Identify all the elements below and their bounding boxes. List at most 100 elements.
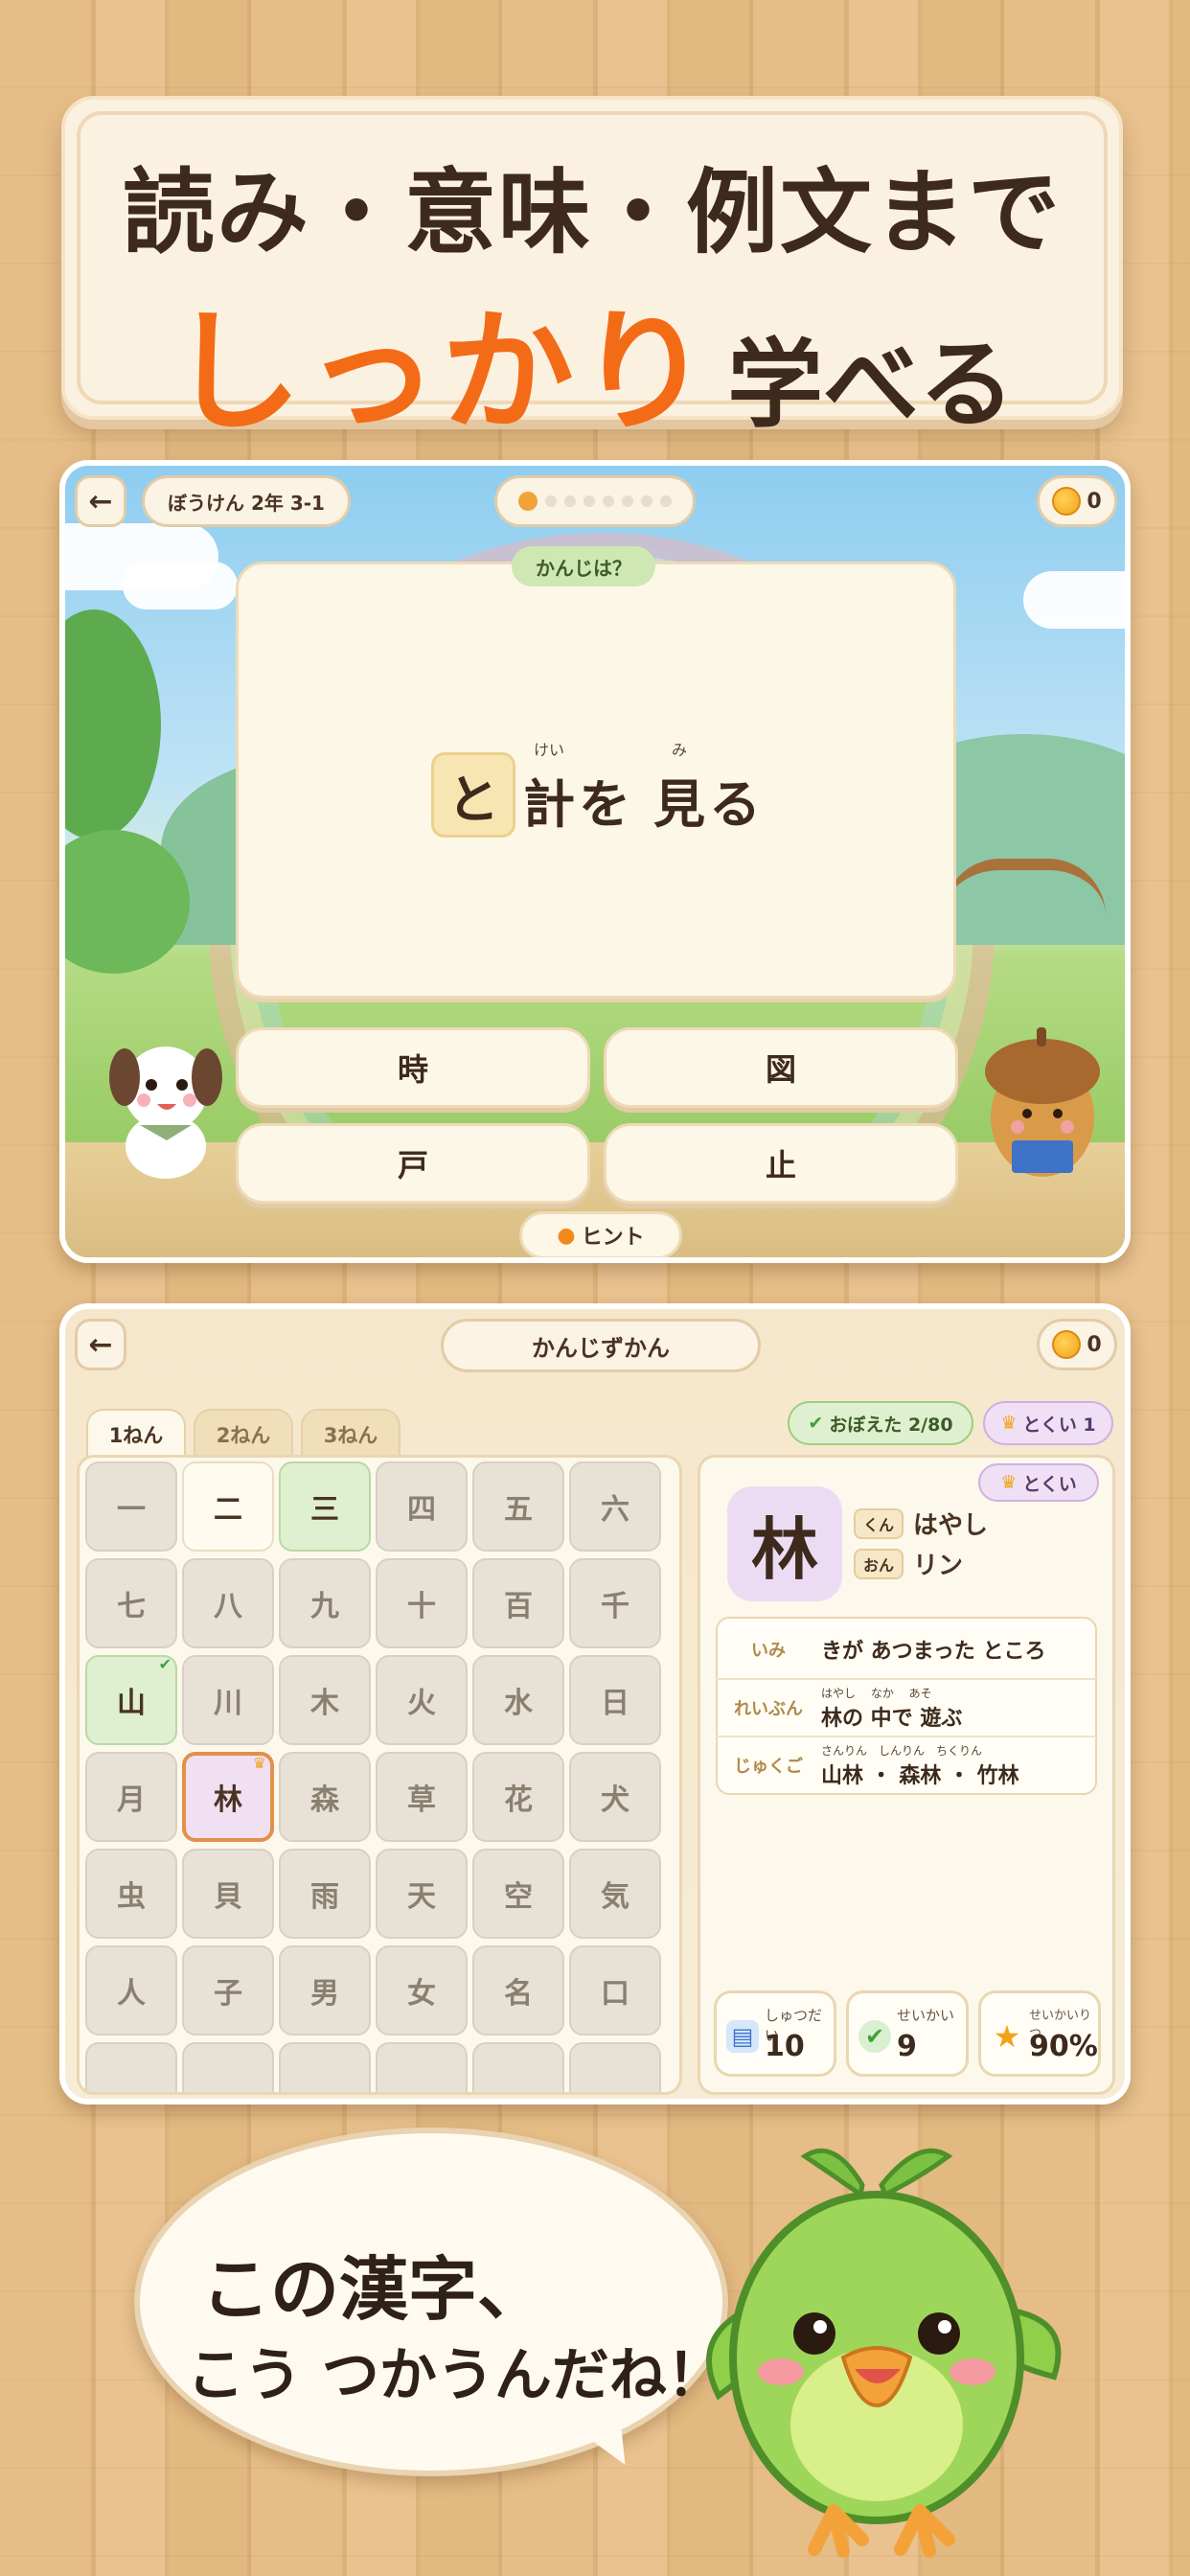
kanji-cell[interactable] (569, 2042, 661, 2092)
kanji-cell[interactable]: 六 (569, 1461, 661, 1552)
tab-grade1[interactable]: 1ねん (86, 1409, 186, 1459)
kanji-cell[interactable]: 気 (569, 1849, 661, 1939)
kanji-cell[interactable]: 一 (85, 1461, 177, 1552)
kanji-cell[interactable]: 貝 (182, 1849, 274, 1939)
hint-button[interactable]: ● ヒント (519, 1211, 682, 1257)
kanji-char: 五 (504, 1493, 533, 1527)
kanji-cell[interactable] (279, 2042, 371, 2092)
kanji-cell[interactable]: 七 (85, 1558, 177, 1648)
question-card: と けい計を み見る (236, 562, 956, 999)
kanji-cell[interactable]: 二 (182, 1461, 274, 1552)
question-blank: と (431, 752, 515, 838)
check-icon: ✔ (858, 2020, 891, 2053)
kanji-cell[interactable] (182, 2042, 274, 2092)
kanji-char: 山 (117, 1687, 146, 1720)
kanji-char: 虫 (117, 1880, 146, 1914)
acorn-character (985, 1027, 1100, 1177)
kanji-char: 犬 (601, 1783, 629, 1817)
kanji-char: 名 (504, 1977, 533, 2011)
answer-option-3[interactable]: 戸 (236, 1123, 590, 1204)
prompt-tag: かんじは？ (512, 546, 655, 586)
kanji-char: 二 (214, 1493, 242, 1527)
kanji-char: 百 (504, 1590, 533, 1623)
kanji-char: 十 (407, 1590, 436, 1623)
answer-option-1[interactable]: 時 (236, 1027, 590, 1108)
cloud (1023, 571, 1125, 629)
kanji-cell[interactable]: 日 (569, 1655, 661, 1745)
ruby-kei: けい (533, 741, 564, 759)
tab-grade2[interactable]: 2ねん (194, 1409, 293, 1459)
back-button[interactable]: ← (75, 475, 126, 527)
kanji-char: 木 (310, 1687, 339, 1720)
stat-accuracy: ★ せいかいりつ 90% (978, 1990, 1101, 2077)
dictionary-title: かんじずかん (441, 1319, 761, 1372)
arrow-left-icon: ← (88, 484, 113, 518)
kanji-char: 空 (504, 1880, 533, 1914)
kanji-dictionary-screen: ← かんじずかん 0 1ねん 2ねん 3ねん ✔ おぼえた 2/80 ♛ とくい 1… (59, 1303, 1131, 2104)
example-row: れいぶん はやし なか あそ 林の 中で 遊ぶ (716, 1678, 1097, 1736)
tab-grade3[interactable]: 3ねん (301, 1409, 400, 1459)
kanji-cell[interactable]: 水 (472, 1655, 564, 1745)
kanji-char: 四 (407, 1493, 436, 1527)
kanji-cell[interactable]: 空 (472, 1849, 564, 1939)
kanji-cell[interactable] (376, 2042, 468, 2092)
kanji-cell[interactable]: 三 (279, 1461, 371, 1552)
headline-line2: しっかり 学べる (65, 264, 1119, 456)
compound-row: じゅくご さんりん しんりん ちくりん 山林 ・ 森林 ・ 竹林 (716, 1736, 1097, 1793)
kanji-cell[interactable]: 千 (569, 1558, 661, 1648)
kanji-cell[interactable] (472, 2042, 564, 2092)
kanji-cell[interactable]: 雨 (279, 1849, 371, 1939)
kanji-char: 一 (117, 1493, 146, 1527)
kanji-cell[interactable]: 花 (472, 1752, 564, 1842)
kanji-cell[interactable]: 草 (376, 1752, 468, 1842)
kanji-cell[interactable]: 九 (279, 1558, 371, 1648)
kanji-char: 森 (310, 1783, 339, 1817)
kanji-cell[interactable]: 人 (85, 1945, 177, 2036)
kanji-char: 日 (601, 1687, 629, 1720)
kanji-cell[interactable]: 天 (376, 1849, 468, 1939)
kanji-cell[interactable]: 月 (85, 1752, 177, 1842)
quiz-screen: ← ぼうけん 2年 3-1 0 と けい計を み見る かんじは？ 時 図 戸 止… (59, 460, 1131, 1263)
answer-option-2[interactable]: 図 (604, 1027, 958, 1108)
answer-option-4[interactable]: 止 (604, 1123, 958, 1204)
question-word2: 見 (653, 774, 705, 835)
kanji-cell[interactable]: 木 (279, 1655, 371, 1745)
learned-count-badge: ✔ おぼえた 2/80 (788, 1401, 973, 1445)
progress-dot (622, 495, 633, 507)
kanji-cell[interactable]: 十 (376, 1558, 468, 1648)
coin-count: 0 (1087, 489, 1102, 514)
kanji-cell[interactable]: 八 (182, 1558, 274, 1648)
question-tail: る (709, 774, 761, 835)
kanji-char: 男 (310, 1977, 339, 2011)
question-sentence: と けい計を み見る (239, 737, 953, 838)
dict-coin-counter: 0 (1037, 1319, 1117, 1370)
kanji-char: 九 (310, 1590, 339, 1623)
kanji-cell[interactable]: 名 (472, 1945, 564, 2036)
kanji-cell[interactable]: 四 (376, 1461, 468, 1552)
dict-back-button[interactable]: ← (75, 1319, 126, 1370)
kanji-cell[interactable]: 虫 (85, 1849, 177, 1939)
kanji-cell[interactable]: 子 (182, 1945, 274, 2036)
kanji-cell[interactable] (85, 2042, 177, 2092)
kanji-cell[interactable]: 男 (279, 1945, 371, 2036)
kanji-cell[interactable]: 川 (182, 1655, 274, 1745)
kanji-grid: 一 二 三 四 五 六七八 九 十 百 千 ✔ 山川 木 火水 日月 ♛ 林 森 草花 犬虫 貝 雨 天 空 気人子 男 女 名 口 (77, 1455, 682, 2095)
kanji-cell[interactable]: 口 (569, 1945, 661, 2036)
kanji-cell[interactable]: 百 (472, 1558, 564, 1648)
kanji-cell[interactable]: 犬 (569, 1752, 661, 1842)
headline-highlight: しっかり (169, 295, 714, 449)
kanji-char: 三 (310, 1493, 339, 1527)
kanji-cell[interactable]: 女 (376, 1945, 468, 2036)
kanji-cell[interactable]: ✔ 山 (85, 1655, 177, 1745)
stat-correct: ✔ せいかい 9 (846, 1990, 969, 2077)
kanji-cell[interactable]: 森 (279, 1752, 371, 1842)
question-particle: を (579, 774, 630, 835)
kanji-cell[interactable]: 火 (376, 1655, 468, 1745)
kun-reading: くん はやし (854, 1506, 988, 1541)
kanji-char: 雨 (310, 1880, 339, 1914)
kanji-char: 貝 (214, 1880, 242, 1914)
arrow-left-icon: ← (88, 1327, 113, 1362)
kanji-cell[interactable]: 五 (472, 1461, 564, 1552)
kanji-cell[interactable]: ♛ 林 (182, 1752, 274, 1842)
bridge (943, 859, 1106, 926)
